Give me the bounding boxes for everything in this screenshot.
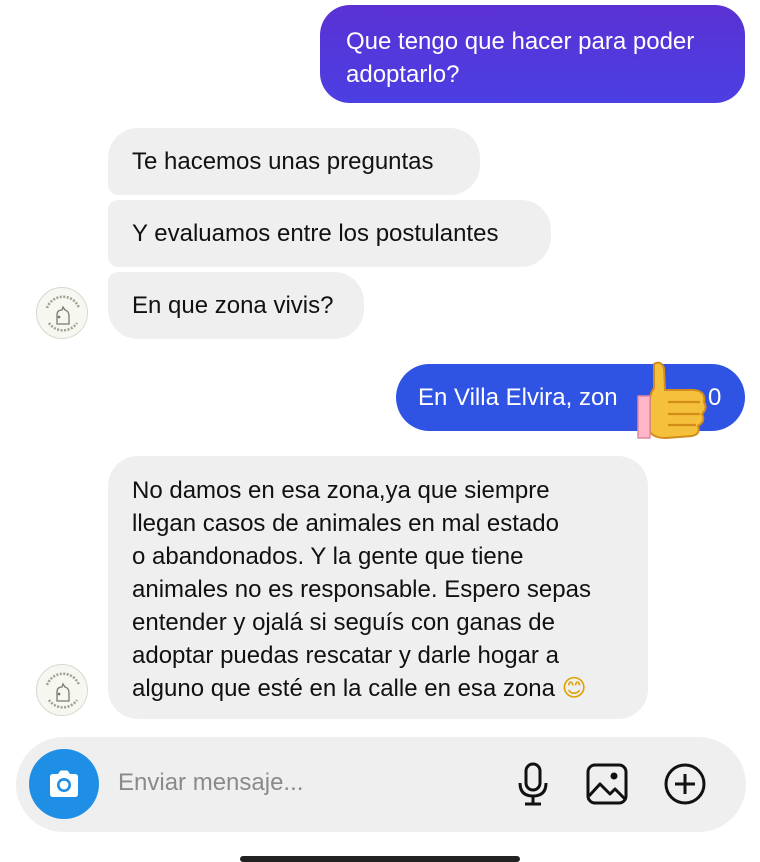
message-sent-adopt-question[interactable]: Que tengo que hacer para poder adoptarlo… [320, 5, 745, 103]
message-text-last: alguno que esté en la calle en esa zona … [132, 672, 624, 705]
rescue-logo-icon [39, 667, 87, 715]
avatar[interactable] [36, 664, 88, 716]
message-text: En que zona vivis? [132, 292, 334, 319]
gallery-icon [586, 763, 628, 805]
add-button[interactable] [660, 759, 710, 809]
avatar[interactable] [36, 287, 88, 339]
message-text: adoptarlo? [346, 61, 460, 88]
message-composer: Enviar mensaje... [16, 737, 746, 832]
message-text: Te hacemos unas preguntas [132, 148, 434, 175]
message-received-long-reply[interactable]: No damos en esa zona,ya que siempre lleg… [108, 456, 648, 719]
message-text: Y evaluamos entre los postulantes [132, 220, 499, 247]
message-text: animales no es responsable. Espero sepas [132, 576, 591, 603]
message-received-questions[interactable]: Te hacemos unas preguntas [108, 128, 480, 195]
smiling-face-emoji: 😊 [561, 674, 587, 702]
microphone-icon [518, 762, 548, 806]
message-text: entender y ojalá si seguís con ganas de [132, 609, 555, 636]
gallery-button[interactable] [582, 759, 632, 809]
message-received-evaluate[interactable]: Y evaluamos entre los postulantes [108, 200, 551, 267]
message-text: No damos en esa zona,ya que siempre [132, 477, 550, 504]
home-indicator [240, 856, 520, 862]
message-text: o abandonados. Y la gente que tiene [132, 543, 524, 570]
message-text: alguno que esté en la calle en esa zona [132, 675, 555, 702]
microphone-button[interactable] [508, 759, 558, 809]
camera-button[interactable] [29, 749, 99, 819]
message-text: llegan casos de animales en mal estado [132, 510, 559, 537]
message-text: Que tengo que hacer para poder [346, 28, 695, 55]
camera-icon [50, 770, 78, 797]
rescue-logo-icon [39, 290, 87, 338]
message-text: En Villa Elvira, zon [418, 384, 618, 411]
message-input[interactable]: Enviar mensaje... [118, 769, 303, 797]
thumbs-up-emoji [637, 361, 707, 440]
message-text: adoptar puedas rescatar y darle hogar a [132, 642, 559, 669]
add-icon [664, 763, 706, 805]
message-received-zone-question[interactable]: En que zona vivis? [108, 272, 364, 339]
